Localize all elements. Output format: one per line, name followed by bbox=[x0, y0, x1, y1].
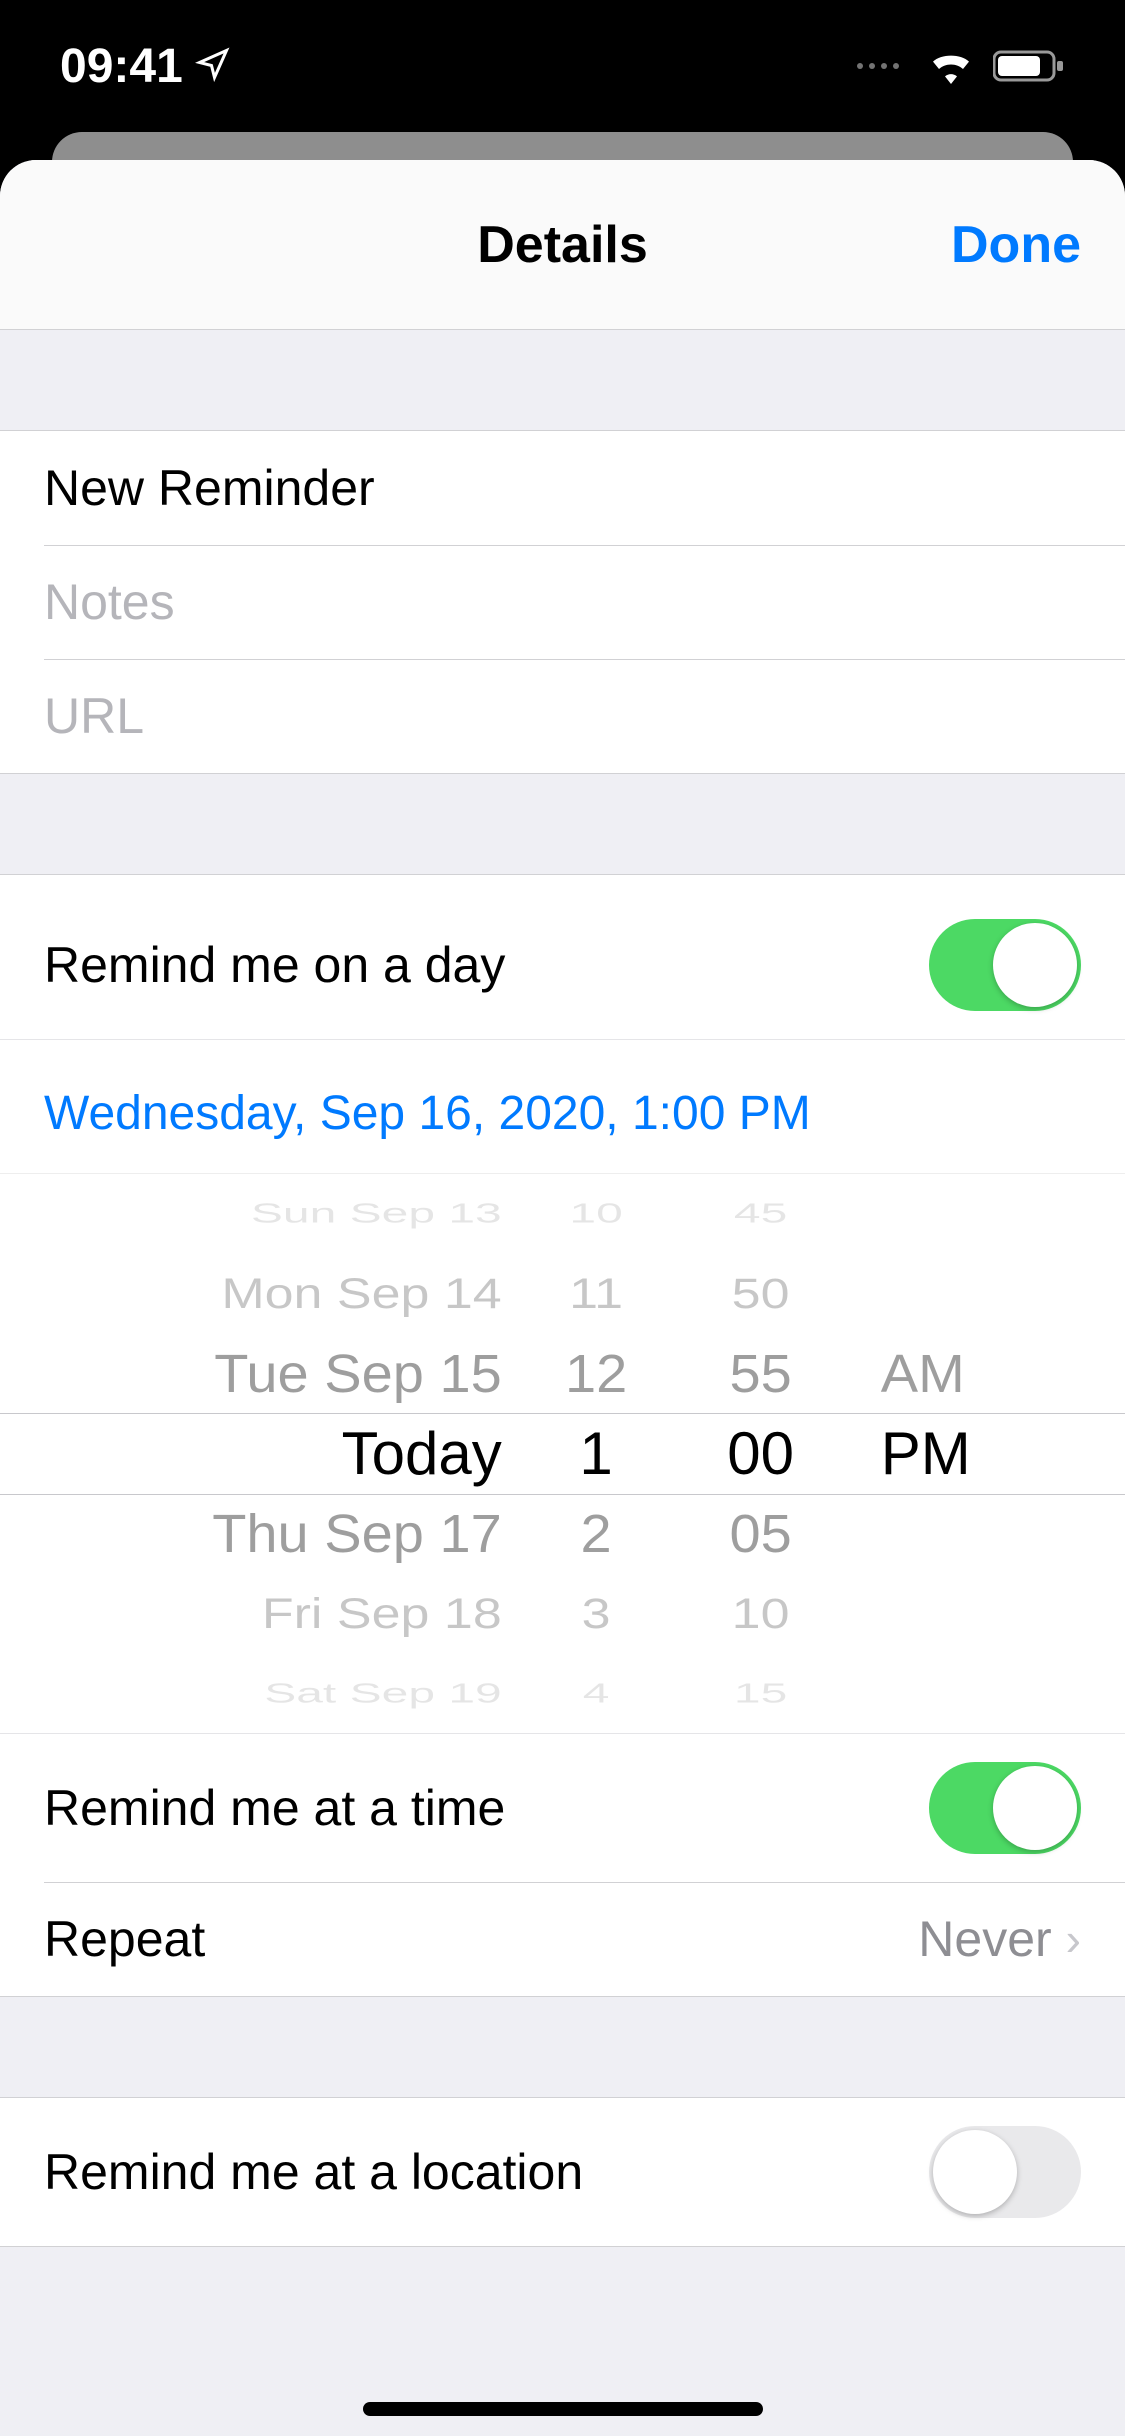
done-button[interactable]: Done bbox=[951, 215, 1081, 275]
picker-ampm-item[interactable]: AM bbox=[881, 1335, 965, 1412]
reminder-title-row[interactable] bbox=[0, 431, 1125, 545]
picker-minute-item[interactable]: 10 bbox=[732, 1581, 790, 1647]
picker-date-item[interactable]: Fri Sep 18 bbox=[262, 1581, 502, 1647]
remind-location-section: Remind me at a location bbox=[0, 2097, 1125, 2247]
picker-minute-item[interactable]: 15 bbox=[734, 1670, 787, 1716]
picker-ampm-item-selected[interactable]: PM bbox=[881, 1414, 971, 1494]
title-notes-section bbox=[0, 430, 1125, 774]
picker-minute-item[interactable]: 50 bbox=[732, 1261, 790, 1327]
url-row[interactable] bbox=[0, 659, 1125, 773]
remind-time-toggle[interactable] bbox=[929, 1762, 1081, 1854]
remind-day-section: Remind me on a day Wednesday, Sep 16, 20… bbox=[0, 874, 1125, 1997]
picker-date-item[interactable]: Mon Sep 14 bbox=[221, 1261, 501, 1327]
remind-location-row: Remind me at a location bbox=[0, 2098, 1125, 2246]
picker-hour-column[interactable]: 9 10 11 12 1 2 3 4 5 bbox=[532, 1174, 661, 1733]
selected-datetime-label[interactable]: Wednesday, Sep 16, 2020, 1:00 PM bbox=[0, 1039, 1125, 1173]
section-gap bbox=[0, 1997, 1125, 2097]
picker-hour-item[interactable]: 10 bbox=[569, 1190, 622, 1236]
section-gap bbox=[0, 774, 1125, 874]
picker-hour-item[interactable]: 3 bbox=[582, 1581, 611, 1647]
picker-minute-item[interactable]: 55 bbox=[729, 1335, 791, 1412]
home-indicator[interactable] bbox=[363, 2402, 763, 2416]
picker-minute-column[interactable]: 40 45 50 55 00 05 10 15 20 bbox=[660, 1174, 860, 1733]
reminder-title-input[interactable] bbox=[44, 459, 1081, 517]
remind-day-toggle[interactable] bbox=[929, 919, 1081, 1011]
picker-minute-item[interactable]: 05 bbox=[729, 1495, 791, 1572]
remind-location-toggle[interactable] bbox=[929, 2126, 1081, 2218]
remind-day-label: Remind me on a day bbox=[44, 936, 929, 994]
remind-time-row: Remind me at a time bbox=[0, 1733, 1125, 1882]
status-bar: 09:41 bbox=[0, 0, 1125, 132]
status-left: 09:41 bbox=[60, 39, 231, 94]
repeat-row[interactable]: Repeat Never › bbox=[0, 1882, 1125, 1996]
location-icon bbox=[195, 39, 231, 94]
picker-date-item[interactable]: Thu Sep 17 bbox=[212, 1495, 502, 1572]
picker-date-column[interactable]: Sat Sep 12 Sun Sep 13 Mon Sep 14 Tue Sep… bbox=[44, 1174, 532, 1733]
remind-location-label: Remind me at a location bbox=[44, 2143, 929, 2201]
status-right bbox=[857, 48, 1065, 84]
picker-hour-item[interactable]: 12 bbox=[565, 1335, 627, 1412]
cellular-dots-icon bbox=[857, 63, 899, 69]
wifi-icon bbox=[927, 48, 975, 84]
repeat-value: Never bbox=[918, 1910, 1051, 1968]
picker-date-item-selected[interactable]: Today bbox=[342, 1414, 502, 1494]
page-title: Details bbox=[477, 215, 648, 275]
picker-date-item[interactable]: Sun Sep 13 bbox=[251, 1190, 502, 1236]
picker-hour-item[interactable]: 11 bbox=[569, 1261, 623, 1327]
picker-minute-item-selected[interactable]: 00 bbox=[727, 1414, 794, 1494]
picker-minute-item[interactable]: 45 bbox=[734, 1190, 787, 1236]
picker-hour-item[interactable]: 2 bbox=[581, 1495, 612, 1572]
sheet-header: Details Done bbox=[0, 160, 1125, 330]
picker-date-item[interactable]: Sat Sep 19 bbox=[264, 1670, 502, 1716]
notes-input[interactable] bbox=[44, 573, 1081, 631]
remind-time-label: Remind me at a time bbox=[44, 1779, 929, 1837]
datetime-picker[interactable]: Sat Sep 12 Sun Sep 13 Mon Sep 14 Tue Sep… bbox=[0, 1173, 1125, 1733]
picker-ampm-column[interactable]: AM PM XX bbox=[861, 1174, 1081, 1733]
battery-icon bbox=[993, 48, 1065, 84]
url-input[interactable] bbox=[44, 687, 1081, 745]
status-time: 09:41 bbox=[60, 39, 183, 94]
details-sheet: Details Done Remind me on a day Wednesda… bbox=[0, 160, 1125, 2436]
notes-row[interactable] bbox=[0, 545, 1125, 659]
repeat-label: Repeat bbox=[44, 1910, 918, 1968]
chevron-right-icon: › bbox=[1066, 1912, 1081, 1966]
picker-date-item[interactable]: Tue Sep 15 bbox=[214, 1335, 501, 1412]
picker-hour-item[interactable]: 4 bbox=[583, 1670, 610, 1716]
remind-day-row: Remind me on a day bbox=[0, 891, 1125, 1039]
picker-hour-item-selected[interactable]: 1 bbox=[579, 1414, 612, 1494]
section-gap bbox=[0, 330, 1125, 430]
